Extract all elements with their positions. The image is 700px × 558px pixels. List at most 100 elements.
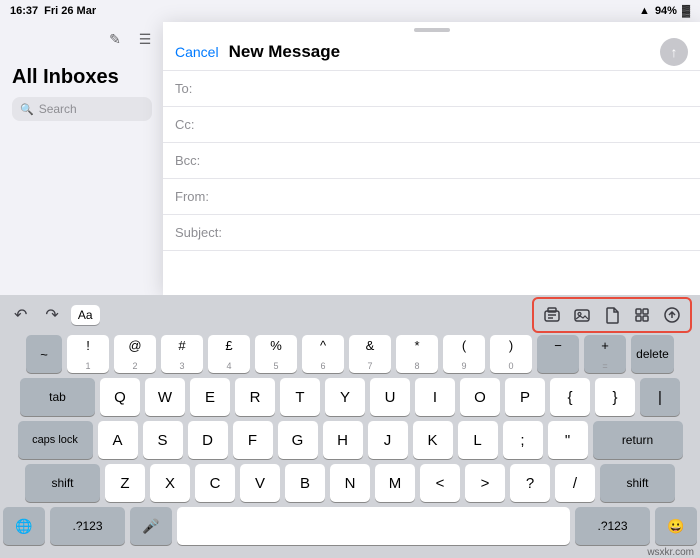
key-n[interactable]: N	[330, 464, 370, 502]
key-tilde[interactable]: ~	[26, 335, 62, 373]
num-switch-left[interactable]: .?123	[50, 507, 125, 545]
compose-modal: Cancel New Message ↑ To: Cc: Bcc: From:	[163, 22, 700, 295]
status-right: ▲ 94% ▓	[639, 5, 690, 17]
key-9[interactable]: ( 9	[443, 335, 485, 373]
key-k[interactable]: K	[413, 421, 453, 459]
key-q[interactable]: Q	[100, 378, 140, 416]
key-w[interactable]: W	[145, 378, 185, 416]
key-quote[interactable]: "	[548, 421, 588, 459]
main-area: ✎ ☰ All Inboxes 🔍 Search No Mail Cancel …	[0, 22, 700, 525]
caps-lock-key[interactable]: caps lock	[18, 421, 93, 459]
key-h[interactable]: H	[323, 421, 363, 459]
sidebar-title: All Inboxes	[12, 66, 152, 89]
key-v[interactable]: V	[240, 464, 280, 502]
globe-key[interactable]: 🌐	[3, 507, 45, 545]
key-z[interactable]: Z	[105, 464, 145, 502]
num-switch-right[interactable]: .?123	[575, 507, 650, 545]
send-icon-btn[interactable]	[658, 301, 686, 329]
key-p[interactable]: P	[505, 378, 545, 416]
cc-label: Cc:	[175, 117, 220, 132]
search-bar[interactable]: 🔍 Search	[12, 97, 152, 121]
attachment-icon-btn[interactable]	[538, 301, 566, 329]
key-f[interactable]: F	[233, 421, 273, 459]
sidebar-top-icons: ✎ ☰	[0, 22, 164, 56]
modal-fields: To: Cc: Bcc: From: Subject:	[163, 70, 700, 295]
key-t[interactable]: T	[280, 378, 320, 416]
key-y[interactable]: Y	[325, 378, 365, 416]
shift-right-key[interactable]: shift	[600, 464, 675, 502]
undo-button[interactable]: ↶	[8, 301, 33, 329]
subject-field-row: Subject:	[163, 215, 700, 251]
key-c[interactable]: C	[195, 464, 235, 502]
key-u[interactable]: U	[370, 378, 410, 416]
edit-icon[interactable]: ✎	[104, 28, 126, 50]
key-4[interactable]: £ 4	[208, 335, 250, 373]
bcc-field-row: Bcc:	[163, 143, 700, 179]
key-2[interactable]: @ 2	[114, 335, 156, 373]
qwerty-row: tab Q W E R T Y U I O P { } |	[3, 378, 697, 416]
key-b[interactable]: B	[285, 464, 325, 502]
key-x[interactable]: X	[150, 464, 190, 502]
key-question[interactable]: ?	[510, 464, 550, 502]
subject-label: Subject:	[175, 225, 220, 240]
toolbar-icon-group	[532, 297, 692, 333]
key-7[interactable]: & 7	[349, 335, 391, 373]
key-plus[interactable]: + =	[584, 335, 626, 373]
cancel-button[interactable]: Cancel	[175, 44, 219, 60]
toolbar-right	[532, 297, 692, 333]
status-bar: 16:37 Fri 26 Mar ▲ 94% ▓	[0, 0, 700, 22]
key-l[interactable]: L	[458, 421, 498, 459]
key-a[interactable]: A	[98, 421, 138, 459]
keyboard-toolbar: ↶ ↷ Aa	[0, 295, 700, 335]
key-3[interactable]: # 3	[161, 335, 203, 373]
key-semicolon[interactable]: ;	[503, 421, 543, 459]
sidebar-header: All Inboxes 🔍 Search	[0, 56, 164, 127]
filter-icon[interactable]: ☰	[134, 28, 156, 50]
keyboard-body: ~ ! 1 @ 2 # 3 £ 4 %	[0, 335, 700, 545]
key-j[interactable]: J	[368, 421, 408, 459]
key-0[interactable]: ) 0	[490, 335, 532, 373]
redo-button[interactable]: ↷	[39, 301, 64, 329]
from-label: From:	[175, 189, 220, 204]
key-slash[interactable]: /	[555, 464, 595, 502]
send-button[interactable]: ↑	[660, 38, 688, 66]
delete-key[interactable]: delete	[631, 335, 674, 373]
key-r[interactable]: R	[235, 378, 275, 416]
key-1[interactable]: ! 1	[67, 335, 109, 373]
key-i[interactable]: I	[415, 378, 455, 416]
asdf-row: caps lock A S D F G H J K L ; " return	[3, 421, 697, 459]
key-rbrace[interactable]: }	[595, 378, 635, 416]
key-gt[interactable]: >	[465, 464, 505, 502]
key-g[interactable]: G	[278, 421, 318, 459]
key-5-sub: 5	[273, 361, 278, 371]
cc-field-row: Cc:	[163, 107, 700, 143]
key-minus[interactable]: −	[537, 335, 579, 373]
shift-left-key[interactable]: shift	[25, 464, 100, 502]
wifi-icon: ▲	[639, 5, 650, 17]
mic-key[interactable]: 🎤	[130, 507, 172, 545]
key-lt[interactable]: <	[420, 464, 460, 502]
number-row: ~ ! 1 @ 2 # 3 £ 4 %	[3, 335, 697, 373]
format-button[interactable]: Aa	[71, 305, 100, 325]
key-e[interactable]: E	[190, 378, 230, 416]
key-8[interactable]: * 8	[396, 335, 438, 373]
emoji-key[interactable]: 😀	[655, 507, 697, 545]
photo-icon-btn[interactable]	[568, 301, 596, 329]
tab-key[interactable]: tab	[20, 378, 95, 416]
key-6[interactable]: ^ 6	[302, 335, 344, 373]
key-pipe[interactable]: |	[640, 378, 680, 416]
key-s[interactable]: S	[143, 421, 183, 459]
return-key[interactable]: return	[593, 421, 683, 459]
key-o[interactable]: O	[460, 378, 500, 416]
date: Fri 26 Mar	[44, 5, 96, 17]
space-key[interactable]	[177, 507, 570, 545]
key-lbrace[interactable]: {	[550, 378, 590, 416]
key-m[interactable]: M	[375, 464, 415, 502]
modal-title: New Message	[229, 42, 660, 62]
key-6-sub: 6	[320, 361, 325, 371]
file-icon-btn[interactable]	[598, 301, 626, 329]
scan-icon-btn[interactable]	[628, 301, 656, 329]
key-d[interactable]: D	[188, 421, 228, 459]
key-5[interactable]: % 5	[255, 335, 297, 373]
key-4-sub: 4	[226, 361, 231, 371]
